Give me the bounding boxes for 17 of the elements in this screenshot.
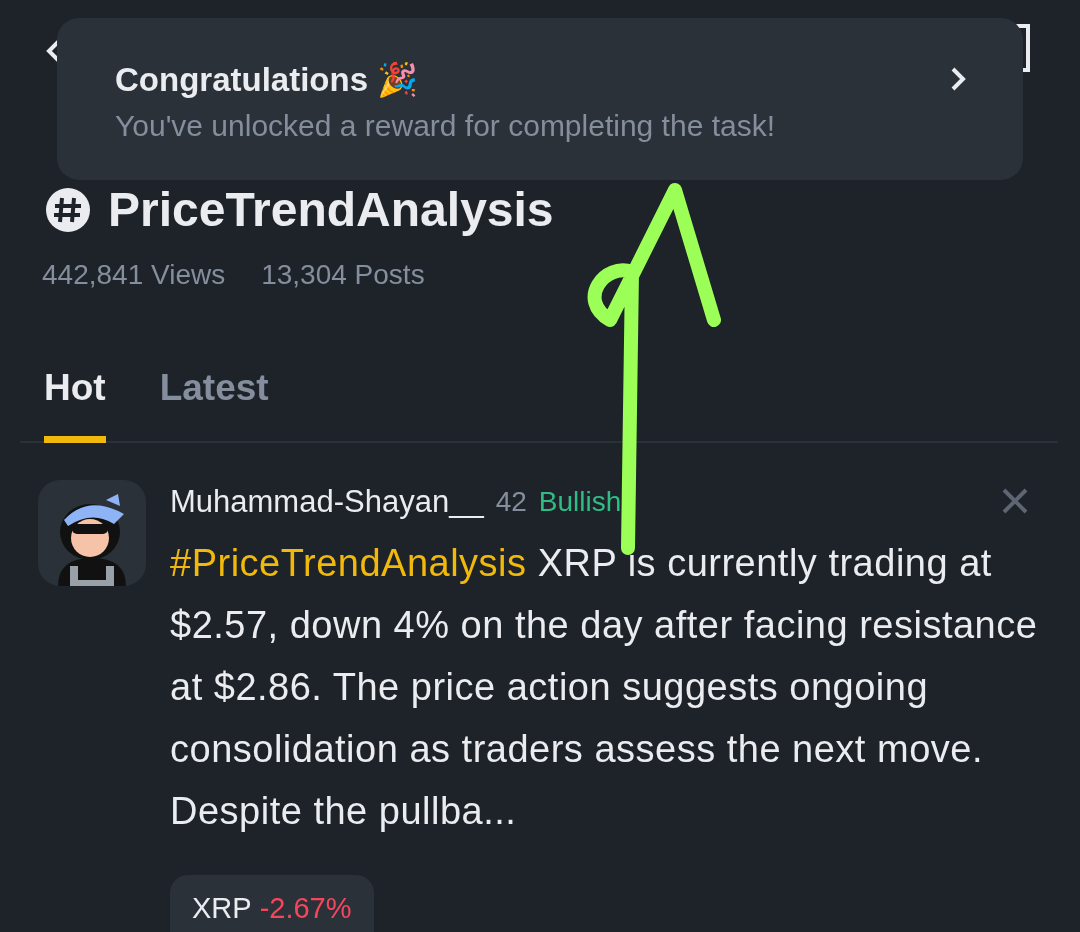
tab[interactable]: Hot (44, 360, 106, 443)
hashtag-link[interactable]: #PriceTrendAnalysis (170, 542, 527, 584)
notification-toast[interactable]: Congratulations 🎉 You've unlocked a reward for completing the task! (57, 18, 1023, 180)
tab[interactable]: Latest (159, 360, 269, 443)
author-name[interactable]: Muhammad-Shayan__ (170, 478, 484, 526)
posts-count: 13,304 Posts (261, 258, 425, 292)
topic-title: PriceTrendAnalysis (108, 186, 554, 234)
toast-message: You've unlocked a reward for completing the task! (115, 108, 775, 144)
hashtag-icon (44, 186, 92, 234)
toast-title: Congratulations 🎉 (115, 60, 419, 100)
post-time: 42 (495, 485, 527, 519)
avatar[interactable] (38, 480, 146, 586)
close-icon[interactable] (1002, 488, 1028, 514)
sentiment-label: Bullish (538, 485, 622, 519)
coin-tag[interactable]: XRP -2.67% (170, 875, 374, 932)
post-text: #PriceTrendAnalysis XRP is currently trading at $2.57, down 4% on the day after facing resistance at $2.86. The price action suggests ongoing consolidation as traders assess the next move. Despite the pullba... (170, 541, 1039, 834)
views-count: 442,841 Views (42, 258, 226, 292)
